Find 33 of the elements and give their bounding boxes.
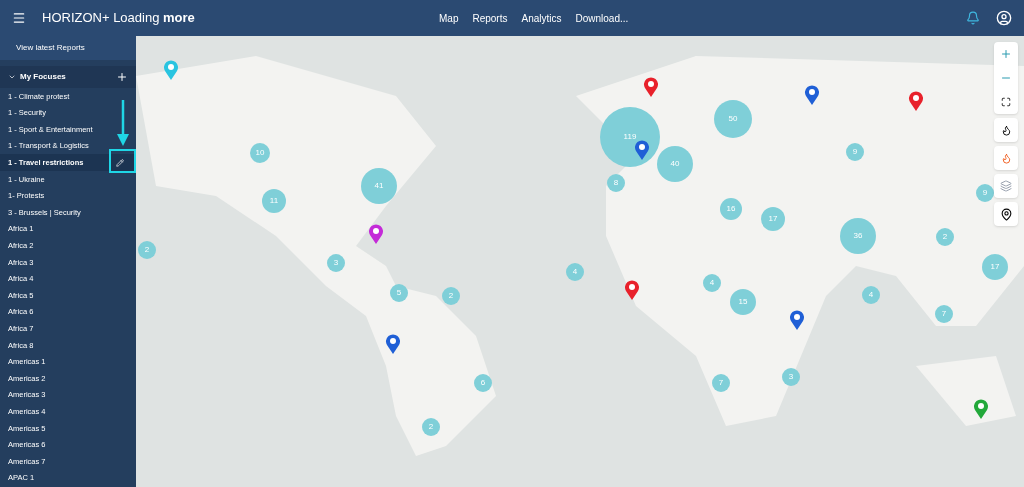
map-pin-icon[interactable]: [368, 224, 384, 244]
map-pin-icon[interactable]: [385, 334, 401, 354]
map-pin-icon: [999, 207, 1013, 221]
nav-link[interactable]: Reports: [472, 10, 508, 26]
nav-link[interactable]: Download...: [575, 10, 629, 26]
edit-icon[interactable]: [116, 158, 124, 167]
map-pin-icon[interactable]: [789, 310, 805, 330]
highlight-frame: [109, 149, 136, 173]
section-header[interactable]: My Focuses: [0, 66, 136, 88]
heatmap-button[interactable]: [994, 118, 1018, 142]
account-icon[interactable]: [996, 10, 1012, 26]
app-title: HORIZON+ Loading more: [42, 9, 195, 28]
map-pin-icon[interactable]: [973, 399, 989, 419]
flame-icon: [1000, 152, 1012, 164]
map-pin-icon[interactable]: [908, 91, 924, 111]
annotation-arrow: [116, 100, 130, 148]
menu-icon[interactable]: [12, 11, 26, 25]
map-pin-icon[interactable]: [643, 77, 659, 97]
pin-button[interactable]: [994, 202, 1018, 226]
nav-link[interactable]: Map: [439, 10, 459, 26]
map-pin-icon[interactable]: [804, 85, 820, 105]
expand-icon: [1001, 97, 1011, 107]
chevron-icon: [8, 73, 16, 81]
map-pin-icon[interactable]: [624, 280, 640, 300]
latest-reports-link[interactable]: View latest Reports: [0, 36, 136, 60]
layers-icon: [1000, 180, 1012, 192]
notification-icon[interactable]: [966, 11, 980, 25]
nav-link[interactable]: Analytics: [521, 10, 562, 26]
map-pin-icon[interactable]: [634, 140, 650, 160]
plus-icon: [1000, 48, 1012, 60]
add-icon[interactable]: [116, 71, 128, 83]
flame-icon: [1000, 124, 1012, 136]
section-title: My Focuses: [20, 71, 66, 83]
